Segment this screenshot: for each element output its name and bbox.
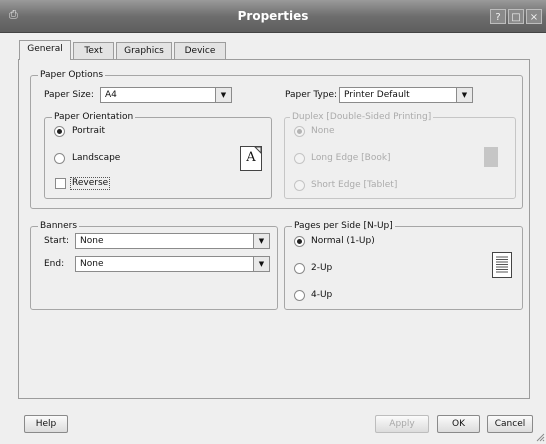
duplex-none-label[interactable]: None (311, 125, 334, 137)
help-title-button[interactable]: ? (490, 9, 506, 24)
nup-4-label[interactable]: 4-Up (311, 289, 332, 301)
banner-start-value: None (80, 236, 104, 246)
tab-graphics[interactable]: Graphics (116, 42, 172, 59)
chevron-down-icon[interactable]: ▼ (456, 88, 472, 102)
landscape-radio[interactable] (54, 153, 65, 164)
paper-size-value: A4 (105, 90, 117, 100)
paper-size-label: Paper Size: (44, 90, 94, 100)
banners-title: Banners (38, 221, 80, 232)
paper-options-title: Paper Options (38, 70, 106, 81)
tab-text[interactable]: Text (73, 42, 114, 59)
duplex-long-edge-radio[interactable] (294, 153, 305, 164)
banner-start-select[interactable]: None ▼ (75, 233, 270, 249)
orientation-title: Paper Orientation (52, 112, 136, 123)
paper-type-select[interactable]: Printer Default ▼ (339, 87, 473, 103)
duplex-none-radio[interactable] (294, 126, 305, 137)
duplex-short-edge-label[interactable]: Short Edge [Tablet] (311, 179, 397, 191)
banner-start-label: Start: (44, 236, 70, 246)
banner-end-value: None (80, 259, 104, 269)
help-button[interactable]: Help (24, 415, 68, 433)
portrait-preview-icon: A (240, 146, 262, 171)
reverse-checkbox[interactable] (55, 178, 66, 189)
paper-size-select[interactable]: A4 ▼ (100, 87, 232, 103)
landscape-label[interactable]: Landscape (72, 152, 120, 164)
duplex-long-edge-label[interactable]: Long Edge [Book] (311, 152, 391, 164)
apply-button[interactable]: Apply (375, 415, 429, 433)
ok-button[interactable]: OK (437, 415, 480, 433)
chevron-down-icon[interactable]: ▼ (215, 88, 231, 102)
text-lines-icon (496, 256, 508, 273)
chevron-down-icon[interactable]: ▼ (253, 257, 269, 271)
nup-2-label[interactable]: 2-Up (311, 262, 332, 274)
reverse-label[interactable]: Reverse (70, 177, 111, 190)
banner-end-label: End: (44, 259, 65, 269)
nup-1-radio[interactable] (294, 236, 305, 247)
portrait-radio[interactable] (54, 126, 65, 137)
nup-title: Pages per Side [N-Up] (292, 221, 395, 232)
tab-device[interactable]: Device (174, 42, 226, 59)
title-bar[interactable]: ⎙ Properties ? □ × (0, 0, 546, 33)
chevron-down-icon[interactable]: ▼ (253, 234, 269, 248)
portrait-label[interactable]: Portrait (72, 125, 105, 137)
cancel-button[interactable]: Cancel (487, 415, 533, 433)
paper-type-label: Paper Type: (285, 90, 338, 100)
banner-end-select[interactable]: None ▼ (75, 256, 270, 272)
duplex-preview-icon (484, 147, 498, 167)
paper-type-value: Printer Default (344, 90, 410, 100)
nup-4-radio[interactable] (294, 290, 305, 301)
duplex-short-edge-radio[interactable] (294, 180, 305, 191)
tab-general[interactable]: General (19, 40, 71, 60)
preview-letter: A (246, 150, 256, 165)
nup-preview-icon (492, 252, 512, 278)
nup-2-radio[interactable] (294, 263, 305, 274)
close-button[interactable]: × (526, 9, 542, 24)
resize-grip-icon[interactable] (536, 433, 545, 442)
window-title: Properties (237, 9, 309, 23)
maximize-button[interactable]: □ (508, 9, 524, 24)
duplex-title: Duplex [Double-Sided Printing] (290, 112, 434, 123)
nup-1-label[interactable]: Normal (1-Up) (311, 235, 375, 247)
